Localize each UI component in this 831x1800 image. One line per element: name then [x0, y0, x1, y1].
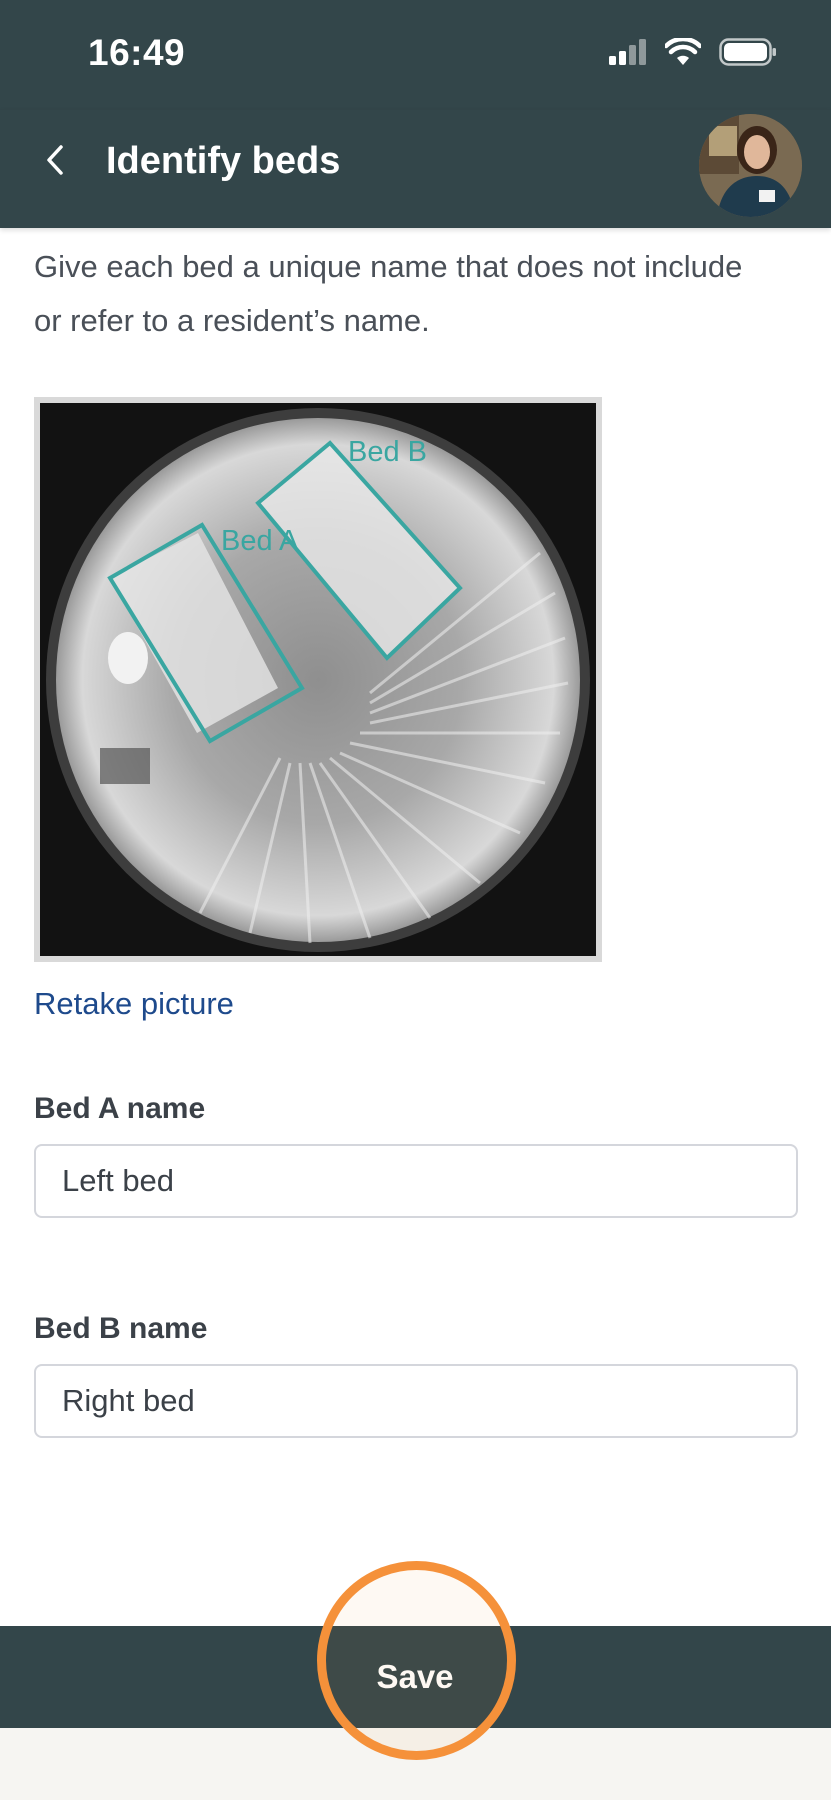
bed-a-name-label: Bed A name	[34, 1092, 206, 1125]
status-bar: 16:49	[0, 0, 831, 110]
save-button[interactable]: Save	[335, 1626, 495, 1728]
status-time: 16:49	[88, 32, 186, 73]
page-title: Identify beds	[106, 140, 341, 182]
bed-b-label: Bed B	[348, 436, 427, 468]
chevron-left-icon	[47, 145, 63, 175]
home-indicator-area	[0, 1728, 831, 1800]
user-photo	[699, 114, 802, 217]
instructions-body: Give each bed a unique name that does no…	[34, 249, 743, 338]
bed-b-name-label: Bed B name	[34, 1312, 208, 1345]
fisheye-room-image: Bed A Bed B	[40, 403, 596, 956]
status-icons	[609, 38, 777, 66]
instructions-text: to be identified. Give each bed a unique…	[34, 228, 774, 348]
bed-a-label: Bed A	[221, 525, 299, 557]
bed-a-name-input[interactable]	[34, 1144, 798, 1218]
bottom-action-bar: Save	[0, 1626, 831, 1728]
wifi-icon	[665, 38, 701, 65]
bed-b-name-input[interactable]	[34, 1364, 798, 1438]
instructions-partial-line: to be identified.	[34, 228, 774, 240]
retake-picture-link[interactable]: Retake picture	[34, 986, 234, 1022]
app-bar: Identify beds	[0, 110, 831, 228]
cellular-signal-icon	[609, 39, 646, 65]
battery-icon	[719, 38, 776, 66]
avatar[interactable]	[699, 114, 802, 217]
main-content: to be identified. Give each bed a unique…	[0, 228, 831, 1626]
back-button[interactable]	[30, 135, 80, 185]
camera-image: Bed A Bed B	[40, 403, 596, 956]
camera-image-frame: Bed A Bed B	[34, 397, 602, 962]
